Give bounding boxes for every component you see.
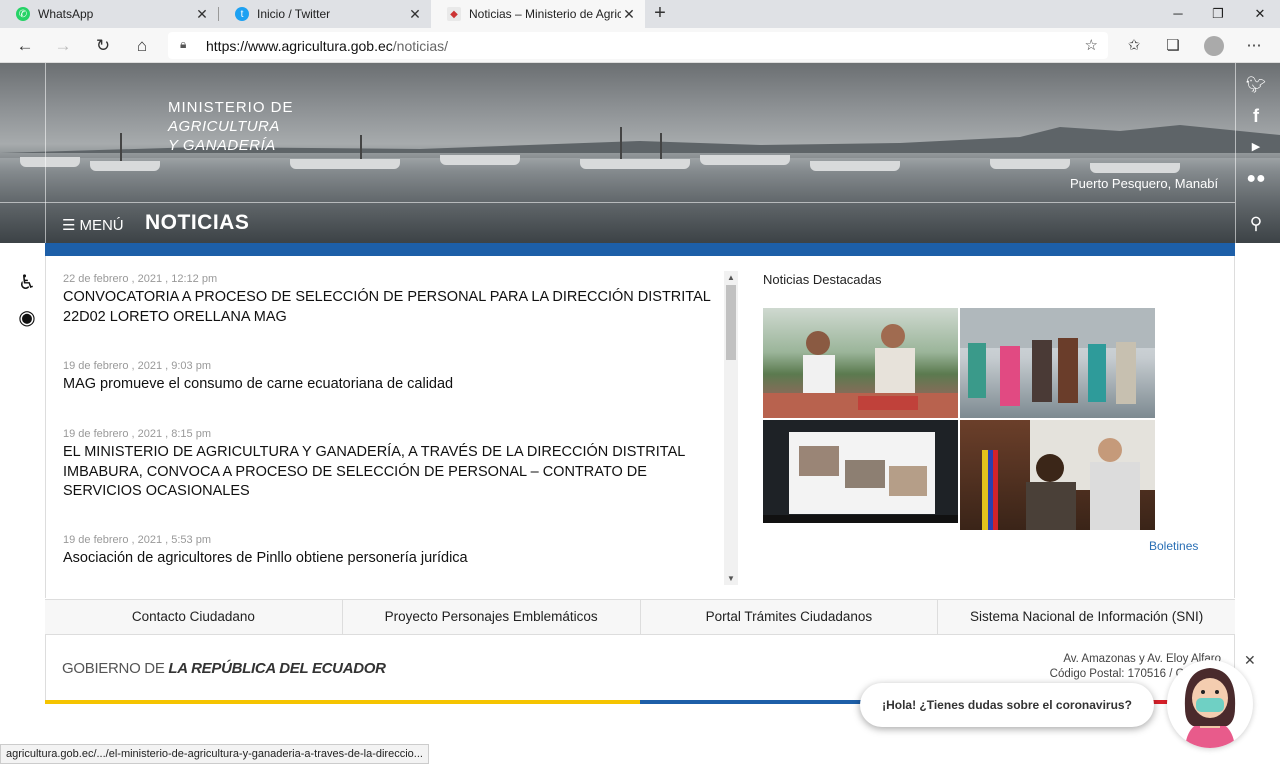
- news-item[interactable]: 19 de febrero , 2021 , 5:53 pm Asociació…: [63, 534, 713, 569]
- hero-divider: [0, 202, 1235, 203]
- close-tab-icon[interactable]: ✕: [407, 6, 423, 23]
- photo-caption: Puerto Pesquero, Manabí: [1070, 176, 1219, 191]
- scroll-up-icon[interactable]: ▲: [724, 273, 738, 282]
- mast-image: [120, 133, 122, 161]
- news-date: 19 de febrero , 2021 , 8:15 pm: [63, 428, 211, 440]
- add-favorite-icon[interactable]: ☆: [1085, 36, 1098, 54]
- boletines-link[interactable]: Boletines: [1149, 539, 1198, 553]
- flag-stripe-yellow: [45, 700, 640, 704]
- brand-bar: [45, 243, 1235, 256]
- collections-icon[interactable]: ❏: [1160, 33, 1186, 59]
- boat-image: [990, 159, 1070, 169]
- minimize-button[interactable]: ─: [1158, 0, 1198, 28]
- scroll-thumb[interactable]: [726, 285, 736, 360]
- hamburger-icon: ☰: [62, 217, 76, 234]
- news-title[interactable]: Asociación de agricultores de Pinllo obt…: [63, 549, 713, 569]
- mast-image: [660, 133, 662, 159]
- boat-image: [700, 155, 790, 165]
- featured-photo-image: [763, 432, 958, 523]
- tab-title: Noticias – Ministerio de Agricultu: [469, 7, 621, 21]
- refresh-button[interactable]: ↻: [90, 33, 116, 59]
- featured-photo-image: [763, 324, 958, 418]
- address-bar[interactable]: 🔒︎ https://www.agricultura.gob.ec/notici…: [168, 32, 1108, 59]
- tab-twitter[interactable]: t Inicio / Twitter ✕: [219, 0, 431, 28]
- news-title[interactable]: MAG promueve el consumo de carne ecuator…: [63, 375, 713, 395]
- search-icon[interactable]: ⚲: [1236, 214, 1276, 234]
- ministry-logo[interactable]: MINISTERIO DE AGRICULTURA Y GANADERÍA: [168, 98, 294, 155]
- youtube-icon[interactable]: ▶: [1236, 140, 1276, 153]
- featured-photo[interactable]: [763, 308, 958, 418]
- news-title[interactable]: EL MINISTERIO DE AGRICULTURA Y GANADERÍA…: [63, 443, 713, 502]
- close-window-button[interactable]: ✕: [1240, 0, 1280, 28]
- facebook-icon[interactable]: f: [1236, 106, 1276, 127]
- whatsapp-icon: ✆: [16, 7, 30, 21]
- chatbot-avatar[interactable]: [1167, 660, 1253, 748]
- navigation-bar: ← → ↻ ⌂ 🔒︎ https://www.agricultura.gob.e…: [0, 28, 1280, 63]
- boat-image: [440, 155, 520, 165]
- twitter-icon: t: [235, 7, 249, 21]
- news-date: 19 de febrero , 2021 , 5:53 pm: [63, 534, 211, 546]
- maximize-button[interactable]: ❐: [1198, 0, 1238, 28]
- tab-whatsapp[interactable]: ✆ WhatsApp ✕: [0, 0, 218, 28]
- tab-title: WhatsApp: [38, 7, 94, 21]
- tab-strip: ✆ WhatsApp ✕ t Inicio / Twitter ✕ ◆ Noti…: [0, 0, 1280, 28]
- mast-image: [360, 135, 362, 159]
- news-date: 19 de febrero , 2021 , 9:03 pm: [63, 360, 211, 372]
- favorites-icon[interactable]: ✩: [1121, 33, 1147, 59]
- featured-photo[interactable]: [960, 420, 1155, 530]
- flickr-icon[interactable]: ●●: [1236, 170, 1276, 188]
- featured-heading: Noticias Destacadas: [763, 272, 882, 287]
- scroll-down-icon[interactable]: ▼: [724, 574, 738, 583]
- profile-avatar[interactable]: [1204, 36, 1224, 56]
- page-title: NOTICIAS: [145, 211, 250, 234]
- mast-image: [620, 127, 622, 159]
- footer-link-sni[interactable]: Sistema Nacional de Información (SNI): [938, 600, 1235, 634]
- news-title[interactable]: CONVOCATORIA A PROCESO DE SELECCIÓN DE P…: [63, 288, 713, 327]
- boat-image: [90, 161, 160, 171]
- news-scrollbar[interactable]: ▲ ▼: [724, 271, 738, 585]
- featured-photo[interactable]: [960, 308, 1155, 418]
- status-bar-url: agricultura.gob.ec/.../el-ministerio-de-…: [0, 744, 429, 764]
- site-icon: ◆: [447, 7, 461, 21]
- forward-button[interactable]: →: [50, 33, 76, 59]
- featured-photo-image: [960, 308, 1155, 406]
- boat-image: [580, 159, 690, 169]
- eye-icon[interactable]: ◉: [14, 305, 40, 331]
- close-tab-icon[interactable]: ✕: [194, 6, 210, 23]
- back-button[interactable]: ←: [12, 33, 38, 59]
- close-tab-icon[interactable]: ✕: [621, 6, 637, 23]
- featured-photo[interactable]: [763, 420, 958, 523]
- home-button[interactable]: ⌂: [129, 33, 155, 59]
- footer-links: Contacto Ciudadano Proyecto Personajes E…: [45, 599, 1235, 635]
- hero-divider: [45, 63, 46, 243]
- footer-link-personajes[interactable]: Proyecto Personajes Emblemáticos: [343, 600, 641, 634]
- government-logo[interactable]: GOBIERNO DE LA REPÚBLICA DEL ECUADOR: [62, 660, 386, 677]
- more-menu-icon[interactable]: ⋯: [1241, 33, 1267, 59]
- chat-bubble[interactable]: ¡Hola! ¿Tienes dudas sobre el coronaviru…: [860, 683, 1154, 727]
- news-item[interactable]: 19 de febrero , 2021 , 8:15 pm EL MINIST…: [63, 428, 713, 502]
- news-date: 22 de febrero , 2021 , 12:12 pm: [63, 273, 218, 285]
- boat-image: [1090, 163, 1180, 173]
- featured-photo-image: [982, 420, 1155, 530]
- lock-icon[interactable]: 🔒︎: [180, 37, 186, 52]
- nurse-icon: [1184, 668, 1236, 748]
- menu-label: MENÚ: [79, 216, 124, 234]
- news-item[interactable]: 19 de febrero , 2021 , 9:03 pm MAG promu…: [63, 360, 713, 395]
- tab-title: Inicio / Twitter: [257, 7, 331, 21]
- twitter-icon[interactable]: 🐦︎: [1236, 75, 1276, 95]
- footer-link-tramites[interactable]: Portal Trámites Ciudadanos: [641, 600, 939, 634]
- boat-image: [20, 157, 80, 167]
- menu-button[interactable]: ☰ MENÚ: [62, 216, 124, 235]
- new-tab-button[interactable]: +: [649, 3, 671, 25]
- tab-noticias[interactable]: ◆ Noticias – Ministerio de Agricultu ✕: [431, 0, 645, 28]
- accessibility-icon[interactable]: ♿︎: [14, 270, 40, 296]
- footer-link-contacto[interactable]: Contacto Ciudadano: [45, 600, 343, 634]
- boat-image: [810, 161, 900, 171]
- close-icon[interactable]: ✕: [1244, 652, 1256, 669]
- news-item[interactable]: 22 de febrero , 2021 , 12:12 pm CONVOCAT…: [63, 273, 713, 327]
- boat-image: [290, 159, 400, 169]
- url-text[interactable]: https://www.agricultura.gob.ec/noticias/: [206, 38, 448, 54]
